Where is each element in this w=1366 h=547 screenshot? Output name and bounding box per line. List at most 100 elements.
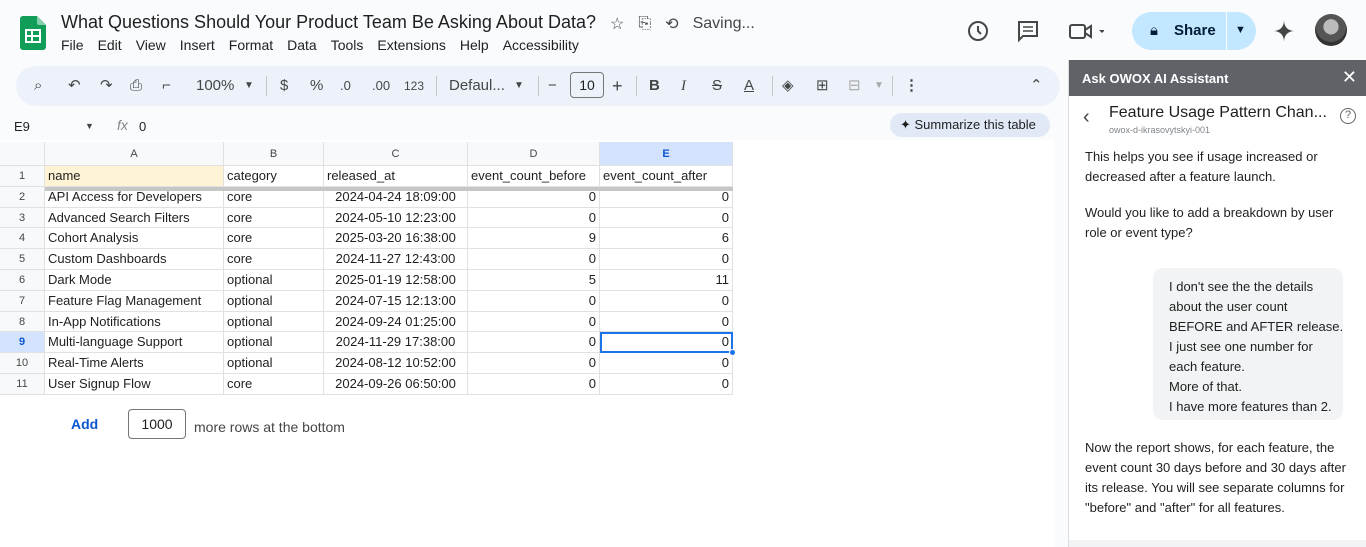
table-cell[interactable]: 2024-08-12 10:52:00 [324,353,468,374]
menu-tools[interactable]: Tools [331,37,364,53]
bold-button[interactable]: B [649,76,660,96]
document-title[interactable]: What Questions Should Your Product Team … [61,12,596,33]
table-cell[interactable]: Dark Mode [45,270,224,291]
menu-insert[interactable]: Insert [180,37,215,53]
menu-view[interactable]: View [136,37,166,53]
borders-icon[interactable]: ⊞ [816,76,829,96]
row-header[interactable]: 2 [0,186,45,208]
zoom-dropdown-icon[interactable]: ▼ [244,76,254,96]
row-header[interactable]: 6 [0,270,45,291]
table-cell[interactable]: Advanced Search Filters [45,207,224,229]
table-cell[interactable]: Multi-language Support [45,332,224,354]
row-header[interactable]: 10 [0,353,45,374]
paint-format-icon[interactable]: ⌐ [162,76,171,96]
table-cell[interactable]: 5 [468,270,600,291]
print-icon[interactable]: ⎙ [130,76,142,96]
share-dropdown-icon[interactable]: ▼ [1235,24,1246,36]
font-select[interactable]: Defaul... [449,76,505,96]
menu-edit[interactable]: Edit [98,37,122,53]
row-header[interactable]: 11 [0,374,45,395]
row-header[interactable]: 4 [0,228,45,250]
menu-extensions[interactable]: Extensions [377,37,445,53]
summarize-table-button[interactable]: ✦ Summarize this table [890,113,1050,137]
add-rows-button[interactable]: Add [71,416,98,432]
table-cell[interactable]: optional [224,311,324,333]
table-cell[interactable]: 2025-01-19 12:58:00 [324,270,468,291]
menu-format[interactable]: Format [229,37,273,53]
table-cell[interactable]: 0 [468,290,600,312]
table-cell[interactable]: optional [224,353,324,374]
row-header[interactable]: 9 [0,332,45,354]
add-rows-count-input[interactable]: 1000 [128,409,186,439]
table-cell[interactable]: 0 [600,207,733,229]
table-cell[interactable]: 2024-11-27 12:43:00 [324,249,468,270]
table-cell[interactable]: Real-Time Alerts [45,353,224,374]
table-cell[interactable]: optional [224,270,324,291]
increase-decimal-button[interactable]: .00 [372,76,390,96]
text-color-button[interactable]: A [744,76,754,96]
table-cell[interactable]: 9 [468,228,600,250]
table-cell[interactable]: 0 [600,353,733,374]
fill-color-icon[interactable]: ◈ [782,76,794,96]
menu-data[interactable]: Data [287,37,317,53]
star-icon[interactable]: ☆ [610,14,624,34]
table-cell[interactable]: core [224,228,324,250]
table-cell[interactable]: 0 [468,374,600,395]
font-size-input[interactable]: 10 [570,72,604,98]
increase-font-size-icon[interactable]: + [612,76,623,96]
header-cell[interactable]: name [45,166,224,187]
table-cell[interactable]: 0 [600,311,733,333]
back-arrow-icon[interactable]: ‹ [1083,106,1090,129]
column-header-b[interactable]: B [224,142,324,166]
menu-help[interactable]: Help [460,37,489,53]
row-header[interactable]: 5 [0,249,45,270]
select-all-corner[interactable] [0,142,45,166]
fill-handle[interactable] [729,349,736,357]
row-header[interactable]: 1 [0,166,45,187]
table-cell[interactable]: 2025-03-20 16:38:00 [324,228,468,250]
table-cell[interactable]: optional [224,332,324,354]
table-cell[interactable]: 2024-05-10 12:23:00 [324,207,468,229]
table-cell[interactable]: 0 [468,207,600,229]
formula-input[interactable]: 0 [139,119,146,134]
table-cell[interactable]: 2024-07-15 12:13:00 [324,290,468,312]
header-cell[interactable]: event_count_after [600,166,733,187]
row-header[interactable]: 3 [0,207,45,229]
font-dropdown-icon[interactable]: ▼ [514,76,524,96]
gemini-icon[interactable] [1273,20,1295,42]
name-box-dropdown-icon[interactable]: ▼ [85,121,94,131]
table-cell[interactable]: core [224,207,324,229]
table-cell[interactable]: core [224,249,324,270]
table-cell[interactable]: 0 [468,353,600,374]
table-cell[interactable]: 2024-11-29 17:38:00 [324,332,468,354]
table-cell[interactable]: 0 [468,332,600,354]
column-header-e[interactable]: E [600,142,733,166]
column-header-c[interactable]: C [324,142,468,166]
decrease-decimal-button[interactable]: .0 [340,76,351,96]
close-icon[interactable]: ✕ [1342,67,1357,88]
table-cell[interactable]: 0 [600,332,733,354]
header-cell[interactable]: category [224,166,324,187]
move-folder-icon[interactable]: ⎘ [638,15,651,33]
user-avatar[interactable] [1315,14,1347,46]
undo-icon[interactable]: ↶ [68,76,81,96]
redo-icon[interactable]: ↷ [100,76,113,96]
zoom-select[interactable]: 100% [196,76,234,96]
merge-dropdown-icon[interactable]: ▼ [874,76,884,96]
menu-file[interactable]: File [61,37,84,53]
more-options-icon[interactable]: ⋮ [904,76,919,96]
header-cell[interactable]: event_count_before [468,166,600,187]
meet-icon[interactable] [1068,19,1104,43]
version-history-icon[interactable] [966,19,990,43]
table-cell[interactable]: User Signup Flow [45,374,224,395]
decrease-font-size-icon[interactable]: − [548,76,557,96]
table-cell[interactable]: 11 [600,270,733,291]
table-cell[interactable]: 0 [600,249,733,270]
column-header-a[interactable]: A [45,142,224,166]
table-cell[interactable]: In-App Notifications [45,311,224,333]
search-menus-icon[interactable]: ⌕ [34,76,42,96]
italic-button[interactable]: I [681,76,686,96]
table-cell[interactable]: Cohort Analysis [45,228,224,250]
table-cell[interactable]: optional [224,290,324,312]
table-cell[interactable]: Custom Dashboards [45,249,224,270]
